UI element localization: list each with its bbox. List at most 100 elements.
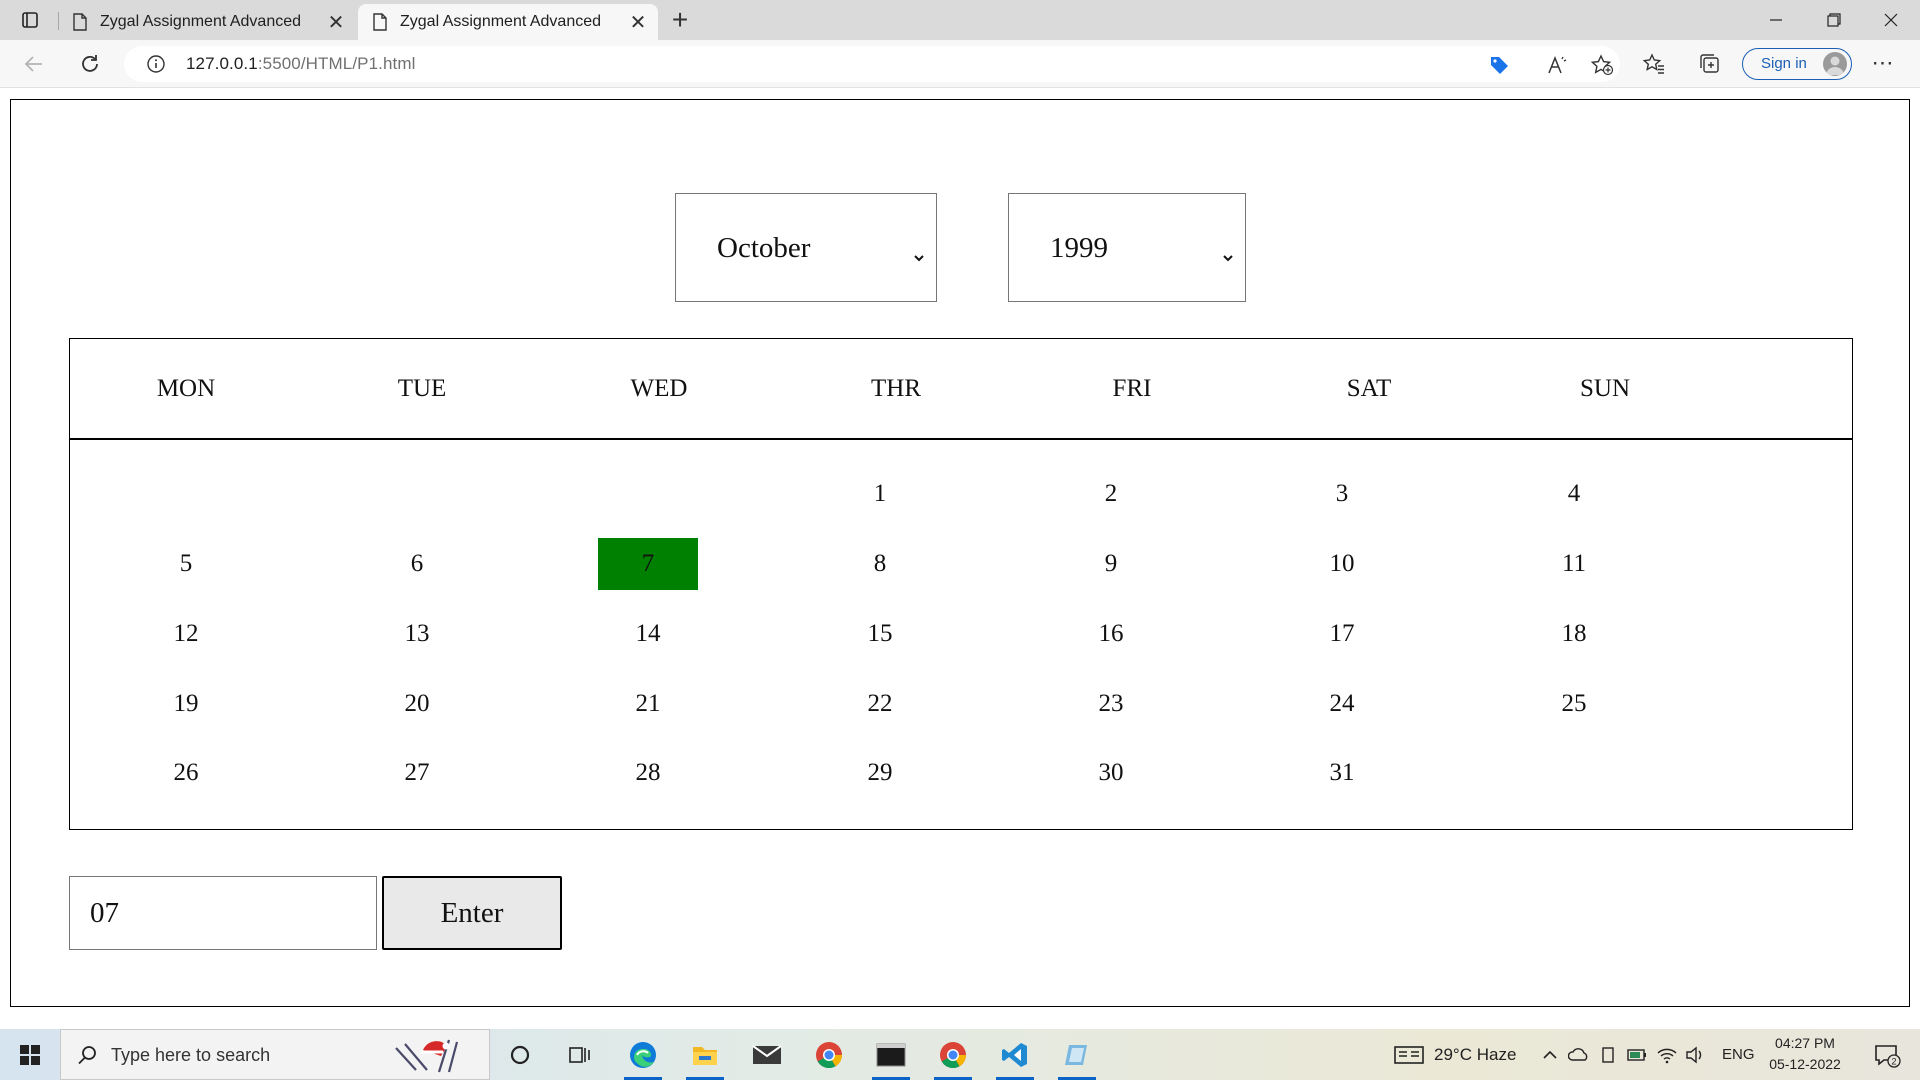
month-select[interactable]: October xyxy=(675,193,937,302)
tray-icons: ENG xyxy=(1540,1029,1755,1080)
calendar-day[interactable]: 2 xyxy=(1061,468,1161,520)
device-icon[interactable] xyxy=(1598,1045,1618,1065)
clock-date: 05-12-2022 xyxy=(1769,1056,1841,1072)
tab-title: Zygal Assignment Advanced xyxy=(100,13,302,30)
chevron-down-icon xyxy=(1221,240,1235,262)
calendar-day[interactable]: 24 xyxy=(1292,678,1392,730)
wifi-icon[interactable] xyxy=(1656,1045,1678,1065)
weather-widget[interactable]: 29°C Haze xyxy=(1394,1029,1516,1080)
file-explorer-icon[interactable] xyxy=(680,1029,730,1080)
calendar-day[interactable]: 10 xyxy=(1292,538,1392,590)
volume-icon[interactable] xyxy=(1684,1045,1706,1065)
calendar-day[interactable]: 28 xyxy=(598,747,698,799)
restore-icon[interactable] xyxy=(1803,0,1865,40)
new-tab-plus-icon[interactable]: + xyxy=(666,6,694,34)
close-tab-icon[interactable]: ✕ xyxy=(322,8,350,36)
search-icon xyxy=(77,1044,99,1066)
calendar-day[interactable]: 16 xyxy=(1061,608,1161,660)
cortana-icon[interactable] xyxy=(496,1029,544,1080)
taskbar-search-box[interactable]: Type here to search xyxy=(60,1029,490,1080)
collections-icon[interactable] xyxy=(1698,52,1722,76)
day-name: WED xyxy=(630,375,688,402)
calendar-day[interactable]: 29 xyxy=(830,747,930,799)
chrome-icon[interactable] xyxy=(804,1029,854,1080)
address-bar[interactable]: 127.0.0.1:5500/HTML/P1.html xyxy=(124,46,1620,82)
terminal-icon[interactable] xyxy=(866,1029,916,1080)
chevron-down-icon xyxy=(912,240,926,262)
clock-time: 04:27 PM xyxy=(1775,1035,1835,1051)
calendar-day[interactable]: 4 xyxy=(1524,468,1624,520)
page-icon xyxy=(72,13,88,31)
calendar-day[interactable]: 31 xyxy=(1292,747,1392,799)
tab-bar: Zygal Assignment Advanced ✕ Zygal Assign… xyxy=(0,0,1920,40)
calendar-day[interactable]: 3 xyxy=(1292,468,1392,520)
favorites-icon[interactable] xyxy=(1642,52,1666,76)
calendar-day[interactable]: 27 xyxy=(367,747,467,799)
day-name: TUE xyxy=(397,375,447,402)
close-window-icon[interactable] xyxy=(1860,0,1920,40)
close-tab-icon[interactable]: ✕ xyxy=(624,8,652,36)
calendar-day[interactable]: 1 xyxy=(830,468,930,520)
info-icon[interactable] xyxy=(146,54,166,74)
calendar-day[interactable]: 8 xyxy=(830,538,930,590)
weather-text: 29°C Haze xyxy=(1434,1044,1517,1064)
sign-in-button[interactable]: Sign in xyxy=(1742,48,1852,80)
enter-button[interactable]: Enter xyxy=(382,876,562,950)
language-indicator[interactable]: ENG xyxy=(1722,1046,1755,1063)
tab-actions-icon[interactable] xyxy=(14,8,46,32)
tab-title: Zygal Assignment Advanced xyxy=(400,13,602,30)
calendar-day[interactable]: 15 xyxy=(830,608,930,660)
calendar-day[interactable]: 5 xyxy=(136,538,236,590)
calendar-day[interactable]: 14 xyxy=(598,608,698,660)
day-input[interactable] xyxy=(69,876,377,950)
calendar-day[interactable]: 19 xyxy=(136,678,236,730)
calendar-table: MON TUE WED THR FRI SAT SUN 1 2 3 4 5 6 7 8 9 10 1… xyxy=(69,338,1853,830)
add-favorite-icon[interactable] xyxy=(1590,54,1614,76)
clock[interactable]: 04:27 PM 05-12-2022 xyxy=(1760,1033,1850,1075)
chrome-icon[interactable] xyxy=(928,1029,978,1080)
calendar-day[interactable]: 23 xyxy=(1061,678,1161,730)
taskbar: Type here to search 29°C Haze ENG 04:27 … xyxy=(0,1029,1920,1080)
calendar-day[interactable]: 22 xyxy=(830,678,930,730)
refresh-icon[interactable] xyxy=(72,46,108,82)
calendar-day[interactable]: 9 xyxy=(1061,538,1161,590)
search-highlight-icon xyxy=(391,1036,481,1076)
read-aloud-icon[interactable] xyxy=(1546,54,1568,76)
task-view-icon[interactable] xyxy=(556,1029,604,1080)
windows-start-icon[interactable] xyxy=(0,1029,60,1080)
calendar-day[interactable]: 25 xyxy=(1524,678,1624,730)
back-icon[interactable] xyxy=(16,46,52,82)
more-icon[interactable]: ⋯ xyxy=(1868,50,1898,78)
calendar-day[interactable]: 12 xyxy=(136,608,236,660)
battery-icon[interactable] xyxy=(1626,1045,1648,1065)
calendar-day[interactable]: 13 xyxy=(367,608,467,660)
browser-tab-2[interactable]: Zygal Assignment Advanced ✕ xyxy=(358,4,658,40)
vscode-icon[interactable] xyxy=(990,1029,1040,1080)
url-text: 127.0.0.1:5500/HTML/P1.html xyxy=(186,54,416,74)
notifications-icon[interactable]: 2 xyxy=(1862,1029,1912,1080)
edge-icon[interactable] xyxy=(618,1029,668,1080)
shopping-tag-icon[interactable] xyxy=(1488,54,1510,76)
calendar-day[interactable]: 21 xyxy=(598,678,698,730)
calendar-day-selected[interactable]: 7 xyxy=(598,538,698,590)
day-name: THR xyxy=(871,375,921,402)
year-select[interactable]: 1999 xyxy=(1008,193,1246,302)
mail-icon[interactable] xyxy=(742,1029,792,1080)
notification-count: 2 xyxy=(1891,1056,1896,1066)
day-name: FRI xyxy=(1112,375,1152,402)
month-value: October xyxy=(717,232,811,264)
page-content: October 1999 MON TUE WED THR FRI SAT SUN… xyxy=(10,99,1910,1007)
app-icon[interactable] xyxy=(1052,1029,1102,1080)
calendar-day[interactable]: 30 xyxy=(1061,747,1161,799)
calendar-day[interactable]: 18 xyxy=(1524,608,1624,660)
onedrive-icon[interactable] xyxy=(1568,1045,1590,1065)
chevron-up-icon[interactable] xyxy=(1540,1045,1560,1065)
browser-tab-1[interactable]: Zygal Assignment Advanced ✕ xyxy=(58,4,356,40)
calendar-day[interactable]: 17 xyxy=(1292,608,1392,660)
calendar-day[interactable]: 11 xyxy=(1524,538,1624,590)
calendar-day[interactable]: 26 xyxy=(136,747,236,799)
calendar-day[interactable]: 6 xyxy=(367,538,467,590)
page-icon xyxy=(372,13,388,31)
minimize-icon[interactable] xyxy=(1745,0,1807,40)
calendar-day[interactable]: 20 xyxy=(367,678,467,730)
